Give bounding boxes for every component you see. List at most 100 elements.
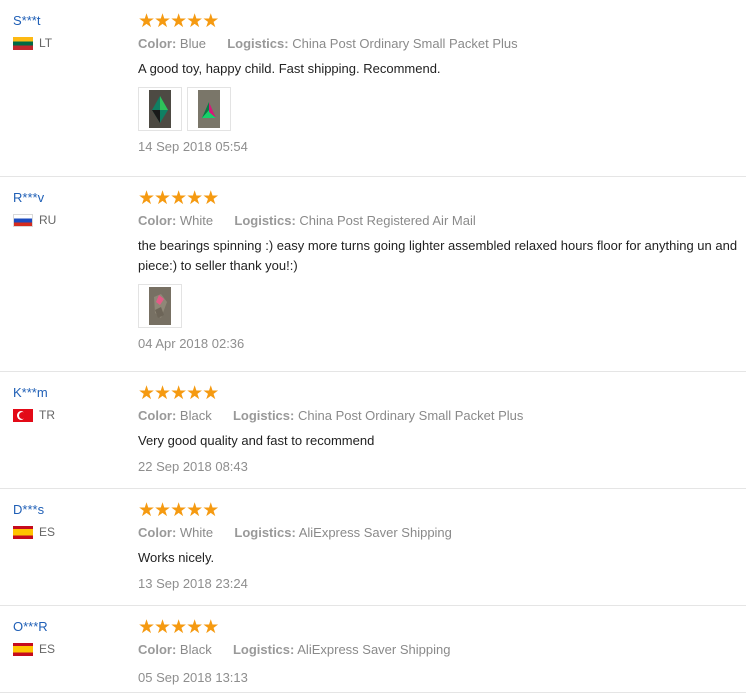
review-attributes: Color: Blue Logistics: China Post Ordina…: [138, 34, 746, 54]
star-icon: ★: [186, 500, 203, 521]
review-text: Works nicely.: [138, 550, 215, 565]
reviewer-name[interactable]: K***m: [13, 384, 55, 402]
rating-stars: ★★★★★: [138, 501, 746, 521]
photo-spinner-icon: [149, 90, 171, 128]
flag-ru-icon: [13, 213, 33, 227]
review-content: ★★★★★ Color: White Logistics: China Post…: [138, 189, 746, 352]
reviewer-country: ES: [13, 642, 55, 656]
reviewer-name[interactable]: D***s: [13, 501, 55, 519]
reviewer-country: LT: [13, 36, 52, 50]
star-icon: ★: [154, 383, 171, 404]
review-date: 05 Sep 2018 13:13: [138, 670, 248, 685]
star-icon: ★: [138, 500, 155, 521]
review-content: ★★★★★ Color: Black Logistics: AliExpress…: [138, 618, 746, 686]
star-icon: ★: [202, 617, 219, 638]
star-icon: ★: [202, 188, 219, 209]
review-item: D***s ES ★★★★★ Color: White Logistics: A…: [0, 489, 746, 606]
reviewer-block: O***R ES: [13, 618, 55, 656]
color-value: White: [179, 213, 214, 228]
star-icon: ★: [202, 500, 219, 521]
logistics-value: China Post Ordinary Small Packet Plus: [297, 408, 524, 423]
star-icon: ★: [202, 383, 219, 404]
country-code: TR: [39, 408, 55, 422]
logistics-label: Logistics:: [234, 213, 296, 228]
star-icon: ★: [186, 383, 203, 404]
color-value: White: [179, 525, 214, 540]
logistics-label: Logistics:: [227, 36, 289, 51]
color-label: Color:: [138, 213, 177, 228]
review-content: ★★★★★ Color: Black Logistics: China Post…: [138, 384, 746, 475]
star-icon: ★: [186, 188, 203, 209]
review-attributes: Color: White Logistics: AliExpress Saver…: [138, 523, 746, 543]
logistics-label: Logistics:: [234, 525, 296, 540]
review-photo-thumb[interactable]: [138, 87, 182, 131]
reviewer-name[interactable]: R***v: [13, 189, 56, 207]
review-content: ★★★★★ Color: Blue Logistics: China Post …: [138, 12, 746, 155]
color-label: Color:: [138, 525, 177, 540]
logistics-value: AliExpress Saver Shipping: [297, 642, 451, 657]
logistics-value: AliExpress Saver Shipping: [298, 525, 452, 540]
review-attributes: Color: Black Logistics: AliExpress Saver…: [138, 640, 746, 660]
color-label: Color:: [138, 36, 177, 51]
reviewer-block: S***t LT: [13, 12, 52, 50]
flag-tr-icon: [13, 408, 33, 422]
color-value: Black: [179, 408, 212, 423]
star-icon: ★: [170, 188, 187, 209]
star-icon: ★: [170, 617, 187, 638]
logistics-value: China Post Ordinary Small Packet Plus: [292, 36, 518, 51]
color-label: Color:: [138, 408, 177, 423]
review-date: 04 Apr 2018 02:36: [138, 336, 245, 351]
country-code: ES: [39, 525, 56, 539]
star-icon: ★: [170, 500, 187, 521]
photo-spinner-icon: [198, 90, 220, 128]
review-photos: [138, 284, 746, 328]
star-icon: ★: [186, 617, 203, 638]
star-icon: ★: [154, 11, 171, 32]
reviewer-name[interactable]: S***t: [13, 12, 52, 30]
rating-stars: ★★★★★: [138, 384, 746, 404]
star-icon: ★: [154, 188, 171, 209]
star-icon: ★: [138, 188, 155, 209]
logistics-value: China Post Registered Air Mail: [299, 213, 476, 228]
rating-stars: ★★★★★: [138, 12, 746, 32]
review-item: S***t LT ★★★★★ Color: Blue Logistics: Ch…: [0, 0, 746, 177]
reviewer-block: K***m TR: [13, 384, 55, 422]
review-item: O***R ES ★★★★★ Color: Black Logistics: A…: [0, 606, 746, 693]
reviewer-country: ES: [13, 525, 55, 539]
logistics-label: Logistics:: [232, 408, 295, 423]
rating-stars: ★★★★★: [138, 189, 746, 209]
reviews-list: S***t LT ★★★★★ Color: Blue Logistics: Ch…: [0, 0, 746, 693]
logistics-label: Logistics:: [232, 642, 295, 657]
country-code: LT: [39, 36, 53, 50]
country-code: RU: [39, 213, 57, 227]
reviewer-country: TR: [13, 408, 55, 422]
star-icon: ★: [186, 11, 203, 32]
review-photo-thumb[interactable]: [187, 87, 231, 131]
star-icon: ★: [170, 11, 187, 32]
reviewer-block: D***s ES: [13, 501, 55, 539]
star-icon: ★: [154, 500, 171, 521]
rating-stars: ★★★★★: [138, 618, 746, 638]
review-item: K***m TR ★★★★★ Color: Black Logistics: C…: [0, 372, 746, 489]
review-text: the bearings spinning :) easy more turns…: [138, 238, 738, 273]
review-photo-thumb[interactable]: [138, 284, 182, 328]
star-icon: ★: [138, 11, 155, 32]
review-content: ★★★★★ Color: White Logistics: AliExpress…: [138, 501, 746, 592]
star-icon: ★: [202, 11, 219, 32]
reviewer-country: RU: [13, 213, 56, 227]
review-text: Very good quality and fast to recommend: [138, 433, 375, 448]
star-icon: ★: [154, 617, 171, 638]
reviewer-name[interactable]: O***R: [13, 618, 55, 636]
country-code: ES: [39, 642, 56, 656]
flag-es-icon: [13, 642, 33, 656]
color-label: Color:: [138, 642, 177, 657]
color-value: Blue: [179, 36, 206, 51]
flag-lt-icon: [13, 36, 33, 50]
review-date: 13 Sep 2018 23:24: [138, 576, 248, 591]
review-attributes: Color: Black Logistics: China Post Ordin…: [138, 406, 746, 426]
review-date: 22 Sep 2018 08:43: [138, 459, 248, 474]
star-icon: ★: [138, 617, 155, 638]
review-photos: [138, 87, 746, 131]
review-text: A good toy, happy child. Fast shipping. …: [138, 61, 441, 76]
review-attributes: Color: White Logistics: China Post Regis…: [138, 211, 746, 231]
